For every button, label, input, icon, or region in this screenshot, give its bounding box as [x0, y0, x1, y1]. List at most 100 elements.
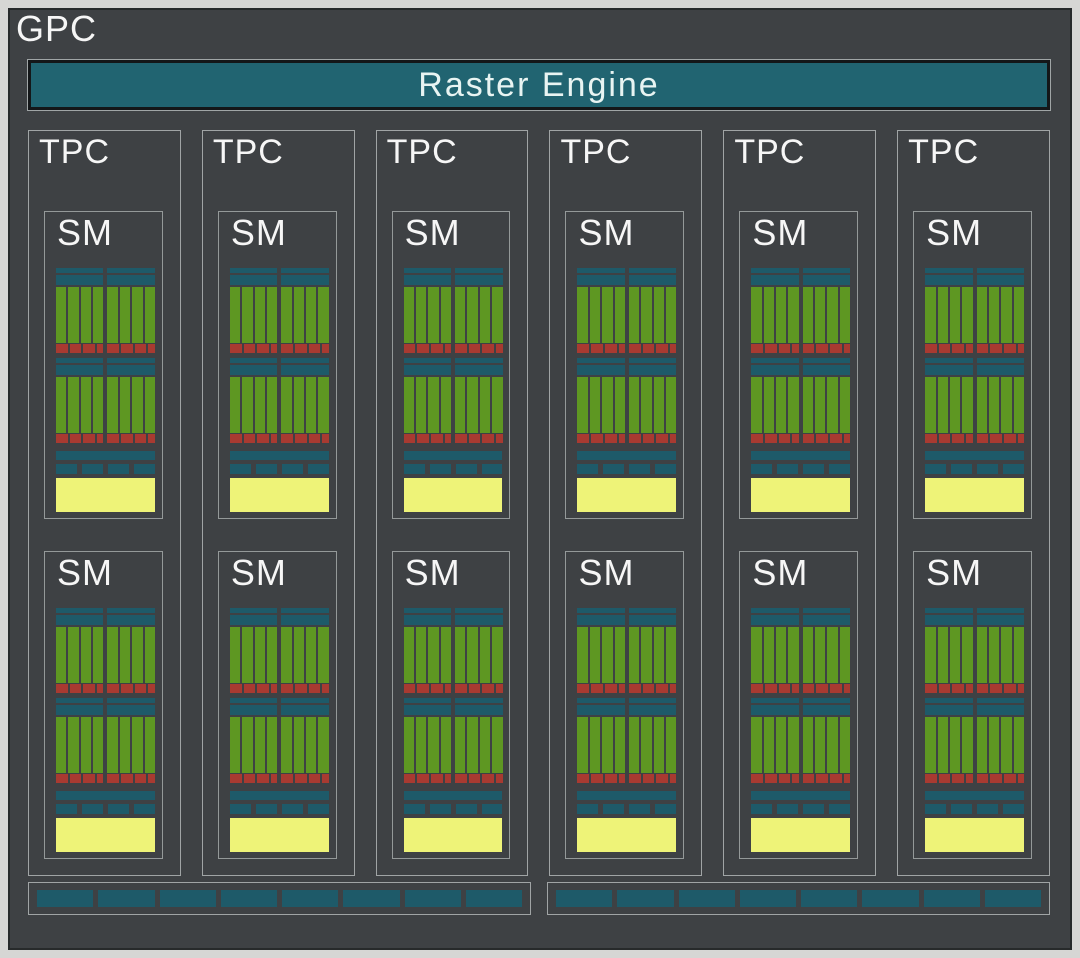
memory-interface-segment	[221, 890, 277, 907]
cuda-core-column	[977, 717, 987, 773]
processing-block	[230, 358, 277, 443]
core-array	[751, 377, 798, 433]
ldst-sfu-segment	[751, 774, 763, 783]
cuda-core-column	[925, 377, 935, 433]
ldst-sfu-row	[230, 344, 277, 353]
cuda-core-column	[577, 717, 587, 773]
sm-title: SM	[231, 212, 287, 254]
ldst-sfu-segment	[230, 434, 242, 443]
ldst-sfu-segment	[404, 434, 416, 443]
core-array	[803, 717, 850, 773]
texture-unit-bar	[977, 464, 998, 474]
cuda-core-column	[827, 377, 837, 433]
processing-block	[577, 608, 624, 693]
warp-scheduler-bar	[925, 365, 972, 375]
ldst-sfu-row	[803, 684, 850, 693]
cuda-core-column	[803, 287, 813, 343]
dispatch-bar	[281, 358, 328, 363]
processing-block	[107, 358, 154, 443]
cache-bar	[404, 791, 503, 800]
cache-bar	[404, 451, 503, 460]
ldst-sfu-segment	[482, 434, 494, 443]
ldst-sfu-segment	[977, 344, 989, 353]
ldst-sfu-segment	[643, 344, 655, 353]
ldst-sfu-segment	[619, 434, 625, 443]
ldst-sfu-segment	[765, 684, 777, 693]
processing-block-row	[925, 358, 1024, 443]
ldst-sfu-segment	[121, 774, 133, 783]
ldst-sfu-segment	[482, 684, 494, 693]
core-array	[56, 717, 103, 773]
memory-interface-row	[28, 882, 1050, 915]
processing-block	[404, 268, 451, 353]
ldst-sfu-row	[281, 774, 328, 783]
ldst-sfu-segment	[591, 434, 603, 443]
cuda-core-column	[294, 717, 304, 773]
warp-scheduler-bar	[455, 615, 502, 625]
ldst-sfu-segment	[656, 774, 668, 783]
cuda-core-column	[962, 717, 972, 773]
ldst-sfu-row	[56, 684, 103, 693]
ldst-sfu-segment	[431, 344, 443, 353]
ldst-sfu-segment	[455, 774, 467, 783]
ldst-sfu-segment	[629, 434, 641, 443]
warp-scheduler-bar	[977, 365, 1024, 375]
cuda-core-column	[455, 287, 465, 343]
ldst-sfu-segment	[670, 344, 676, 353]
core-array	[455, 717, 502, 773]
ldst-sfu-segment	[939, 684, 951, 693]
ldst-sfu-segment	[619, 684, 625, 693]
ldst-sfu-segment	[779, 774, 791, 783]
sm-content	[56, 608, 155, 852]
dispatch-bar	[629, 358, 676, 363]
ldst-sfu-segment	[966, 684, 972, 693]
ldst-sfu-row	[107, 344, 154, 353]
cuda-core-column	[827, 287, 837, 343]
texture-unit-bar	[108, 464, 129, 474]
ldst-sfu-segment	[830, 774, 842, 783]
cuda-core-column	[989, 287, 999, 343]
texture-unit-row	[404, 464, 503, 474]
ldst-sfu-segment	[643, 774, 655, 783]
cuda-core-column	[93, 717, 103, 773]
cuda-core-column	[318, 287, 328, 343]
warp-scheduler-bar	[751, 705, 798, 715]
texture-unit-bar	[777, 464, 798, 474]
ldst-sfu-row	[107, 684, 154, 693]
cuda-core-column	[989, 377, 999, 433]
processing-block	[629, 608, 676, 693]
cuda-core-column	[467, 627, 477, 683]
dispatch-bar	[977, 358, 1024, 363]
dispatch-bar	[107, 268, 154, 273]
cuda-core-column	[641, 287, 651, 343]
core-array	[56, 627, 103, 683]
ldst-sfu-segment	[445, 434, 451, 443]
cuda-core-column	[815, 627, 825, 683]
tpc-block: TPCSMSM	[202, 130, 355, 876]
texture-unit-bar	[82, 804, 103, 814]
cuda-core-column	[751, 627, 761, 683]
texture-unit-bar	[404, 464, 425, 474]
ldst-sfu-segment	[295, 344, 307, 353]
dispatch-bar	[751, 268, 798, 273]
ldst-sfu-segment	[309, 774, 321, 783]
ldst-sfu-segment	[271, 774, 277, 783]
ldst-sfu-segment	[577, 344, 589, 353]
cuda-core-column	[416, 377, 426, 433]
ldst-sfu-segment	[97, 344, 103, 353]
warp-scheduler-bar	[404, 275, 451, 285]
memory-interface-segment	[160, 890, 216, 907]
memory-interface-segment	[862, 890, 918, 907]
cuda-core-column	[950, 287, 960, 343]
ldst-sfu-row	[455, 774, 502, 783]
dispatch-bar	[629, 608, 676, 613]
processing-block-row	[577, 358, 676, 443]
cuda-core-column	[776, 627, 786, 683]
ldst-sfu-segment	[295, 774, 307, 783]
ldst-sfu-segment	[765, 344, 777, 353]
cuda-core-column	[68, 287, 78, 343]
ldst-sfu-segment	[605, 774, 617, 783]
cuda-core-column	[68, 627, 78, 683]
ldst-sfu-row	[803, 344, 850, 353]
processing-block	[56, 698, 103, 783]
